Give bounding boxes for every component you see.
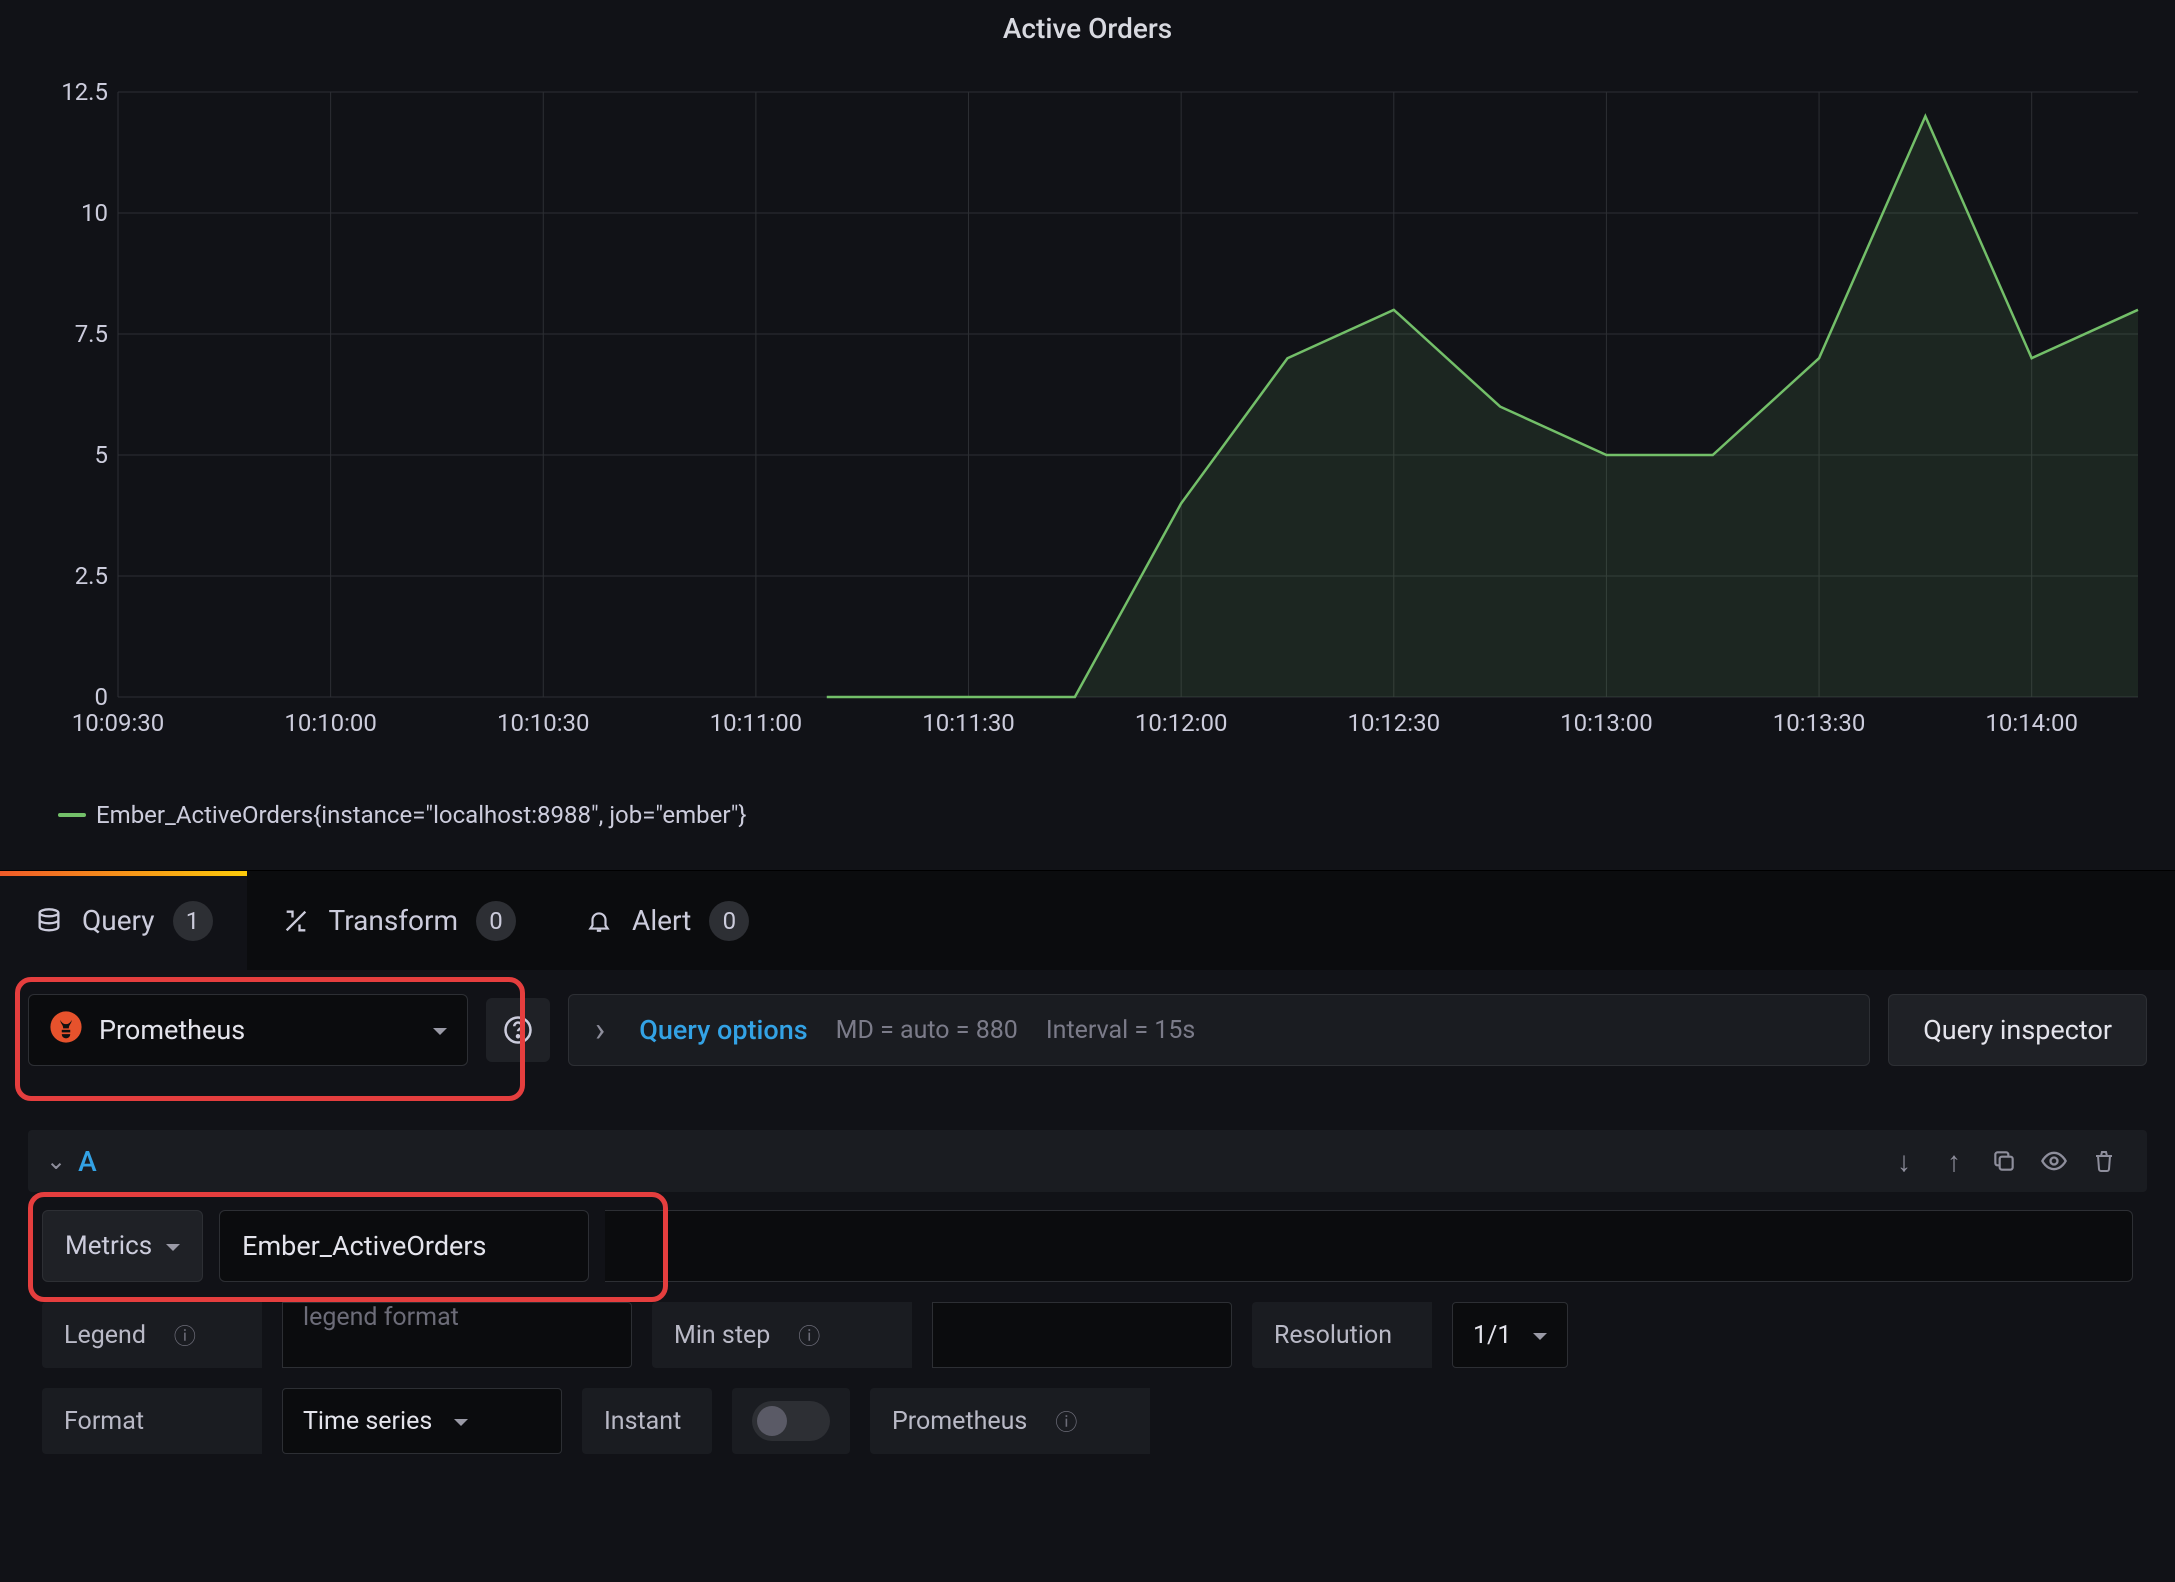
select-value: Time series [303,1407,432,1436]
datasource-picker[interactable]: Prometheus [28,994,468,1066]
query-row-body: Metrics Ember_ActiveOrders Legend ⓘ lege… [28,1192,2147,1472]
tab-alert[interactable]: Alert 0 [550,871,783,970]
resolution-select[interactable]: 1/1 [1452,1302,1568,1368]
instant-toggle[interactable] [752,1401,830,1441]
resolution-label: Resolution [1252,1302,1432,1368]
query-options-bar[interactable]: Query options MD = auto = 880 Interval =… [568,994,1870,1066]
query-editor: Prometheus Query options MD = auto = 880… [0,970,2175,1496]
x-tick: 10:09:30 [72,709,165,737]
query-row-header[interactable]: ⌄ A ↓ ↑ [28,1130,2147,1192]
chart-plot-area[interactable]: 0 2.5 5 7.5 10 12.5 10:09:3010:10:0010:1… [28,61,2148,771]
tab-label: Query [82,904,155,937]
chevron-right-icon [595,1010,611,1050]
query-options-link[interactable]: Query options [639,1014,807,1046]
bell-icon [584,906,614,936]
md-text: MD = auto = 880 [836,1016,1018,1045]
interval-text: Interval = 15s [1046,1016,1195,1045]
metrics-browser-button[interactable]: Metrics [42,1210,203,1282]
chart-title: Active Orders [18,12,2157,45]
legend-format-input[interactable]: legend format [282,1302,632,1368]
prometheus-icon [49,1010,83,1050]
delete-button[interactable] [2079,1136,2129,1186]
legend-swatch [58,813,86,817]
move-up-button[interactable]: ↑ [1929,1136,1979,1186]
legend-label: Ember_ActiveOrders{instance="localhost:8… [96,801,747,829]
chart-panel: Active Orders 0 2.5 5 7.5 10 12.5 10:09:… [0,0,2175,870]
info-icon[interactable]: ⓘ [798,1319,820,1351]
format-label: Format [42,1388,262,1454]
x-tick: 10:12:30 [1348,709,1441,737]
format-select[interactable]: Time series [282,1388,562,1454]
x-tick: 10:10:30 [497,709,590,737]
x-tick: 10:13:30 [1773,709,1866,737]
tab-label: Transform [329,904,459,937]
tab-query[interactable]: Query 1 [0,871,247,970]
input-value: Ember_ActiveOrders [242,1230,486,1262]
instant-label: Instant [582,1388,712,1454]
minstep-label: Min step ⓘ [652,1302,912,1368]
legend-label: Legend ⓘ [42,1302,262,1368]
tab-count-badge: 0 [476,901,516,941]
tab-count-badge: 1 [173,901,213,941]
tab-transform[interactable]: Transform 0 [247,871,551,970]
button-label: Metrics [65,1231,152,1261]
button-label: Query inspector [1923,1014,2112,1046]
minstep-input[interactable] [932,1302,1232,1368]
move-down-button[interactable]: ↓ [1879,1136,1929,1186]
prometheus-label: Prometheus ⓘ [870,1388,1150,1454]
chart-svg [28,61,2148,771]
chevron-down-icon [166,1231,180,1261]
x-tick: 10:10:00 [284,709,377,737]
chevron-down-icon [433,1016,447,1044]
datasource-help-button[interactable] [486,998,550,1062]
info-icon[interactable]: ⓘ [174,1319,196,1351]
datasource-name: Prometheus [99,1014,245,1046]
editor-tabs: Query 1 Transform 0 Alert 0 [0,870,2175,970]
duplicate-button[interactable] [1979,1136,2029,1186]
chevron-down-icon [454,1407,468,1436]
x-tick: 10:13:00 [1560,709,1653,737]
x-tick: 10:14:00 [1985,709,2078,737]
chart-legend[interactable]: Ember_ActiveOrders{instance="localhost:8… [58,801,2157,829]
chevron-down-icon: ⌄ [46,1147,66,1175]
transform-icon [281,906,311,936]
x-tick: 10:11:00 [710,709,803,737]
toggle-visibility-button[interactable] [2029,1136,2079,1186]
x-tick: 10:11:30 [922,709,1015,737]
metric-query-input-extension[interactable] [605,1210,2133,1282]
select-value: 1/1 [1473,1321,1511,1350]
info-icon[interactable]: ⓘ [1055,1405,1077,1437]
query-inspector-button[interactable]: Query inspector [1888,994,2147,1066]
query-ref-id: A [78,1145,97,1178]
annotation-highlight [15,977,525,1101]
chevron-down-icon [1533,1321,1547,1350]
tab-label: Alert [632,904,691,937]
metric-query-input[interactable]: Ember_ActiveOrders [219,1210,589,1282]
database-icon [34,906,64,936]
x-tick: 10:12:00 [1135,709,1228,737]
tab-count-badge: 0 [709,901,749,941]
